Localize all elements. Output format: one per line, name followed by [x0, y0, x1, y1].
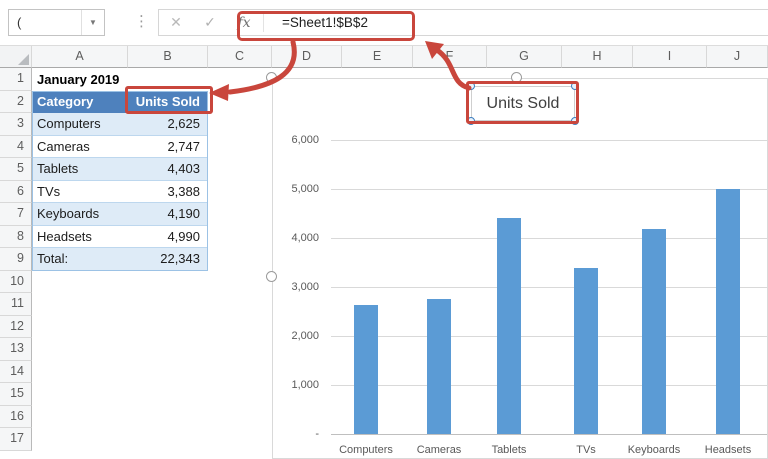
- row-header-16[interactable]: 16: [0, 405, 32, 428]
- select-all-corner[interactable]: [0, 46, 32, 68]
- row-header-11[interactable]: 11: [0, 293, 32, 316]
- y-axis-label-4000: 4,000: [291, 232, 319, 244]
- cell-b5[interactable]: 4,403: [128, 158, 208, 181]
- bar-tablets[interactable]: [497, 218, 521, 434]
- title-handle-top-left[interactable]: [467, 82, 475, 90]
- bar-computers[interactable]: [354, 305, 378, 434]
- gridline-1000: [331, 385, 767, 386]
- cell-b9[interactable]: 22,343: [128, 248, 208, 271]
- formula-bar-bottom-rule: [0, 45, 768, 46]
- gridline-2000: [331, 336, 767, 337]
- title-handle-bottom-right[interactable]: [571, 117, 579, 125]
- column-header-b[interactable]: B: [128, 46, 208, 68]
- column-header-e[interactable]: E: [342, 46, 413, 68]
- x-axis-label-keyboards: Keyboards: [627, 444, 681, 456]
- name-box-value[interactable]: (: [9, 15, 81, 30]
- name-box[interactable]: ( ▼: [8, 9, 105, 36]
- row-header-1[interactable]: 1: [0, 68, 32, 91]
- insert-function-icon[interactable]: fx: [227, 15, 261, 31]
- cell-a3[interactable]: Computers: [32, 113, 128, 136]
- gridline-6000: [331, 140, 767, 141]
- row-header-8[interactable]: 8: [0, 225, 32, 248]
- row-header-10[interactable]: 10: [0, 270, 32, 293]
- cell-a4[interactable]: Cameras: [32, 136, 128, 158]
- y-axis-label-0: -: [315, 428, 319, 440]
- formula-bar-menu-dots-icon: ⋮: [134, 13, 149, 30]
- row-header-15[interactable]: 15: [0, 383, 32, 406]
- column-header-c[interactable]: C: [208, 46, 272, 68]
- cancel-icon[interactable]: ✕: [159, 14, 193, 31]
- cell-b7[interactable]: 4,190: [128, 203, 208, 226]
- y-axis-label-1000: 1,000: [291, 379, 319, 391]
- cell-b2-units-sold-header[interactable]: Units Sold: [128, 90, 208, 113]
- column-header-j[interactable]: J: [707, 46, 768, 68]
- row-header-13[interactable]: 13: [0, 338, 32, 361]
- bar-keyboards[interactable]: [642, 228, 666, 434]
- chart-handle-left-middle[interactable]: [266, 271, 277, 282]
- gridline-3000: [331, 287, 767, 288]
- row-header-5[interactable]: 5: [0, 158, 32, 181]
- cell-b6[interactable]: 3,388: [128, 181, 208, 203]
- chart-title-box[interactable]: Units Sold: [471, 86, 575, 121]
- column-header-a[interactable]: A: [32, 46, 128, 68]
- x-axis-line: [331, 434, 767, 435]
- cell-a2-category-header[interactable]: Category: [32, 90, 128, 113]
- bar-headsets[interactable]: [716, 189, 740, 434]
- row-headers: 1 2 3 4 5 6 7 8 9 10 11 12 13 14 15 16 17: [0, 68, 32, 459]
- name-box-dropdown-icon[interactable]: ▼: [81, 10, 104, 35]
- chart-handle-top-left[interactable]: [266, 72, 277, 83]
- column-header-h[interactable]: H: [562, 46, 633, 68]
- column-headers: ABCDEFGHIJ: [0, 46, 768, 68]
- x-axis-label-computers: Computers: [339, 444, 393, 456]
- title-handle-bottom-left[interactable]: [467, 117, 475, 125]
- y-axis-label-2000: 2,000: [291, 330, 319, 342]
- column-header-g[interactable]: G: [487, 46, 562, 68]
- chart-title[interactable]: Units Sold: [487, 95, 560, 113]
- chart-area[interactable]: 6,000 5,000 4,000 3,000 2,000 1,000 - Computers…: [272, 78, 768, 459]
- cell-b3[interactable]: 2,625: [128, 113, 208, 136]
- formula-bar-row: ( ▼ ⋮ ✕ ✓ fx =Sheet1!$B$2: [0, 0, 768, 46]
- y-axis-label-3000: 3,000: [291, 281, 319, 293]
- cell-b8[interactable]: 4,990: [128, 226, 208, 248]
- row-header-9[interactable]: 9: [0, 248, 32, 271]
- x-axis-label-tablets: Tablets: [491, 444, 527, 456]
- bar-tvs[interactable]: [574, 267, 598, 434]
- cell-a6[interactable]: TVs: [32, 181, 128, 203]
- cell-a5[interactable]: Tablets: [32, 158, 128, 181]
- cell-b4[interactable]: 2,747: [128, 136, 208, 158]
- enter-icon[interactable]: ✓: [193, 14, 227, 31]
- row-header-6[interactable]: 6: [0, 180, 32, 203]
- row-header-17[interactable]: 17: [0, 428, 32, 451]
- cell-a8[interactable]: Headsets: [32, 226, 128, 248]
- column-header-f[interactable]: F: [413, 46, 487, 68]
- select-all-triangle-icon: [18, 54, 29, 65]
- row-header-7[interactable]: 7: [0, 203, 32, 226]
- row-header-14[interactable]: 14: [0, 360, 32, 383]
- gridline-4000: [331, 238, 767, 239]
- row-header-3[interactable]: 3: [0, 113, 32, 136]
- bar-cameras[interactable]: [427, 299, 451, 434]
- formula-bar-divider: [263, 13, 264, 32]
- cell-a7[interactable]: Keyboards: [32, 203, 128, 226]
- formula-bar[interactable]: ✕ ✓ fx =Sheet1!$B$2: [158, 9, 768, 36]
- row-header-2[interactable]: 2: [0, 90, 32, 113]
- column-header-i[interactable]: I: [633, 46, 707, 68]
- row-header-4[interactable]: 4: [0, 135, 32, 158]
- cell-a9[interactable]: Total:: [32, 248, 128, 271]
- y-axis-label-6000: 6,000: [291, 134, 319, 146]
- formula-input[interactable]: =Sheet1!$B$2: [270, 15, 368, 30]
- column-header-d[interactable]: D: [272, 46, 342, 68]
- x-axis-label-headsets: Headsets: [704, 444, 752, 456]
- row-header-12[interactable]: 12: [0, 315, 32, 338]
- cell-a1[interactable]: January 2019: [32, 68, 202, 91]
- title-handle-top-right[interactable]: [571, 82, 579, 90]
- gridline-5000: [331, 189, 767, 190]
- chart-handle-top-center[interactable]: [511, 72, 522, 83]
- y-axis-label-5000: 5,000: [291, 183, 319, 195]
